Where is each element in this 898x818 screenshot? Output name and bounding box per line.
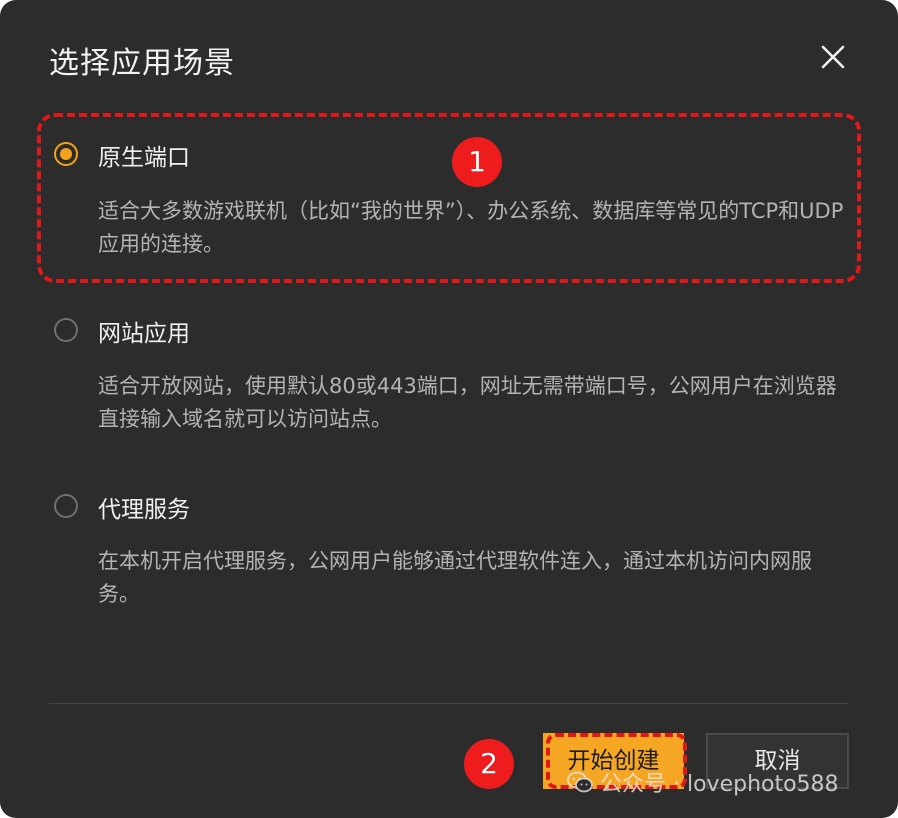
- watermark: 公众号 · lovephoto588: [566, 766, 839, 798]
- option-label: 代理服务: [98, 497, 190, 523]
- close-icon[interactable]: [816, 40, 850, 74]
- radio-website[interactable]: [54, 318, 78, 342]
- annotation-badge-1: 1: [452, 137, 502, 187]
- footer-divider: [49, 703, 849, 704]
- watermark-text: 公众号 · lovephoto588: [600, 772, 839, 797]
- option-description: 适合开放网站，使用默认80或443端口，网址无需带端口号，公网用户在浏览器直接输…: [98, 374, 837, 431]
- annotation-badge-2: 2: [464, 739, 514, 789]
- option-label: 网站应用: [98, 321, 190, 347]
- scenario-dialog: 选择应用场景 原生端口 适合大多数游戏联机（比如“我的世界”）、办公系统、数据库…: [0, 0, 898, 818]
- dialog-title: 选择应用场景: [49, 46, 235, 81]
- radio-proxy[interactable]: [54, 494, 78, 518]
- option-description: 在本机开启代理服务，公网用户能够通过代理软件连入，通过本机访问内网服务。: [98, 549, 812, 606]
- wechat-icon: [567, 771, 593, 793]
- annotation-highlight-box: [37, 113, 861, 283]
